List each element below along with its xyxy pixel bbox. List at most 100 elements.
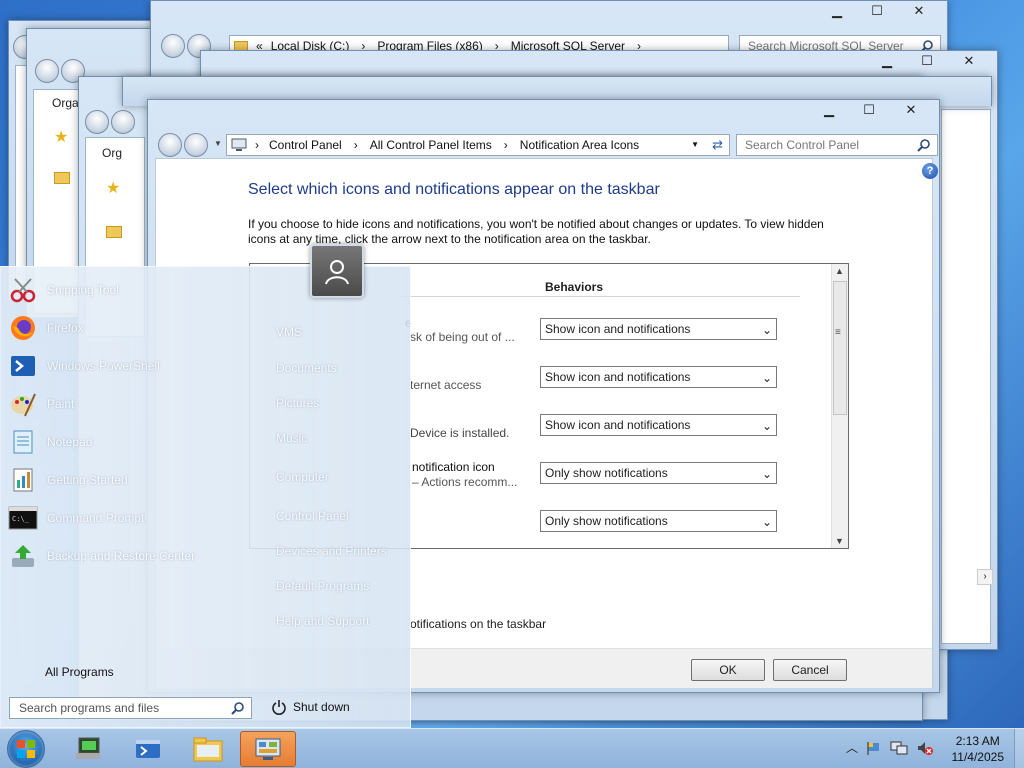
scroll-up-arrow[interactable]: ▲ — [835, 266, 844, 276]
chevron-down-icon: ⌄ — [761, 371, 772, 385]
behavior-value: Show icon and notifications — [545, 418, 691, 432]
recent-pages-dropdown[interactable]: ▼ — [214, 139, 222, 148]
icon-row-desc: – Actions recomm... — [412, 475, 518, 489]
behaviors-column-header[interactable]: Behaviors — [545, 280, 603, 294]
header-divider — [400, 296, 800, 297]
search-icon[interactable] — [917, 138, 931, 152]
start-link-control-panel[interactable]: Control Panel — [276, 509, 349, 523]
behavior-select[interactable]: Show icon and notifications ⌄ — [540, 318, 777, 340]
control-panel-icon — [255, 738, 281, 760]
icon-row-name: notification icon — [412, 460, 495, 474]
taskbar-server-manager[interactable] — [60, 731, 116, 767]
page-description: If you choose to hide icons and notifica… — [248, 217, 824, 246]
user-avatar[interactable] — [310, 244, 364, 298]
taskbar-clock[interactable]: 2:13 AM 11/4/2025 — [952, 733, 1005, 765]
program-powershell[interactable]: Windows PowerShell — [7, 349, 160, 383]
maximize-button[interactable]: ☐ — [907, 51, 947, 71]
close-button[interactable]: ✕ — [889, 100, 933, 120]
minimize-button[interactable]: ▁ — [809, 100, 849, 120]
start-link-computer[interactable]: Computer — [276, 470, 329, 484]
program-command-prompt[interactable]: C:\_ Command Prompt — [7, 501, 144, 535]
program-getting-started[interactable]: Getting Started — [7, 463, 128, 497]
powershell-taskbar-icon — [136, 740, 160, 758]
start-button[interactable] — [7, 730, 45, 768]
search-icon[interactable] — [231, 701, 245, 715]
organize-menu[interactable]: Orga — [52, 96, 79, 110]
start-search-input[interactable]: Search programs and files — [9, 697, 252, 719]
start-link-music[interactable]: Music — [276, 431, 307, 445]
taskbar-control-panel[interactable] — [240, 731, 296, 767]
back-button[interactable] — [35, 59, 59, 83]
program-notepad[interactable]: Notepad — [7, 425, 92, 459]
action-center-flag-icon[interactable] — [866, 740, 882, 756]
forward-button[interactable] — [184, 133, 208, 157]
firefox-icon — [7, 312, 39, 344]
minimize-button[interactable]: ▁ — [867, 51, 907, 71]
power-icon — [272, 700, 286, 715]
list-scrollbar[interactable]: ▲ ≡ ▼ — [831, 264, 848, 548]
cancel-button[interactable]: Cancel — [773, 659, 847, 681]
taskbar-powershell[interactable] — [120, 731, 176, 767]
address-bar[interactable]: › Control Panel › All Control Panel Item… — [226, 134, 730, 156]
program-backup-restore[interactable]: Backup and Restore Center — [7, 539, 195, 573]
icon-row-desc: Device is installed. — [410, 426, 510, 440]
program-label: Getting Started — [47, 473, 128, 487]
forward-button[interactable] — [111, 110, 135, 134]
program-paint[interactable]: Paint — [7, 387, 74, 421]
start-link-vms[interactable]: VMS — [276, 325, 302, 339]
network-icon[interactable] — [890, 740, 908, 756]
behavior-select[interactable]: Show icon and notifications ⌄ — [540, 366, 777, 388]
back-button[interactable] — [161, 34, 185, 58]
minimize-button[interactable]: ▁ — [817, 1, 857, 21]
start-link-pictures[interactable]: Pictures — [276, 396, 319, 410]
all-programs-link[interactable]: All Programs — [45, 665, 114, 679]
address-dropdown-icon[interactable]: ▼ — [691, 140, 699, 149]
always-show-checkbox-label[interactable]: otifications on the taskbar — [410, 617, 546, 631]
behavior-select[interactable]: Show icon and notifications ⌄ — [540, 414, 777, 436]
maximize-button[interactable]: ☐ — [849, 100, 889, 120]
ok-button[interactable]: OK — [691, 659, 765, 681]
svg-text:C:\_: C:\_ — [12, 515, 30, 523]
close-button[interactable]: ✕ — [897, 1, 941, 21]
help-icon[interactable]: ? — [922, 163, 938, 179]
chevron-down-icon: ⌄ — [761, 515, 772, 529]
program-label: Firefox — [47, 321, 84, 335]
powershell-icon — [7, 350, 39, 382]
breadcrumb-control-panel[interactable]: Control Panel — [269, 138, 342, 152]
paint-palette-icon — [7, 388, 39, 420]
start-link-help-support[interactable]: Help and Support — [276, 614, 369, 628]
scroll-down-arrow[interactable]: ▼ — [835, 536, 844, 546]
folder-icon — [54, 172, 70, 184]
program-firefox[interactable]: Firefox — [7, 311, 84, 345]
system-tray: ︿ — [846, 739, 934, 756]
program-label: Snipping Tool — [47, 283, 119, 297]
scroll-right-arrow[interactable]: › — [977, 569, 993, 585]
start-link-default-programs[interactable]: Default Programs — [276, 579, 369, 593]
behavior-select[interactable]: Only show notifications ⌄ — [540, 510, 777, 532]
scrollbar-thumb[interactable] — [833, 281, 847, 415]
back-button[interactable] — [85, 110, 109, 134]
show-hidden-icons-chevron-icon[interactable]: ︿ — [846, 739, 858, 756]
chevron-down-icon: ⌄ — [761, 419, 772, 433]
back-button[interactable] — [158, 133, 182, 157]
volume-muted-icon[interactable] — [916, 740, 934, 756]
command-prompt-icon: C:\_ — [7, 502, 39, 534]
close-button[interactable]: ✕ — [947, 51, 991, 71]
maximize-button[interactable]: ☐ — [857, 1, 897, 21]
start-link-devices-printers[interactable]: Devices and Printers — [276, 544, 387, 558]
windows-logo-icon — [17, 740, 35, 758]
scrollbar-grip: ≡ — [835, 327, 841, 338]
start-link-documents[interactable]: Documents — [276, 361, 337, 375]
behavior-select[interactable]: Only show notifications ⌄ — [540, 462, 777, 484]
start-menu[interactable]: Snipping Tool Firefox Windows PowerShell… — [0, 244, 411, 728]
breadcrumb-all-items[interactable]: All Control Panel Items — [370, 138, 492, 152]
shutdown-button[interactable]: Shut down — [271, 699, 350, 715]
refresh-icon[interactable]: ⇄ — [712, 137, 723, 153]
taskbar-explorer[interactable] — [180, 731, 236, 767]
folder-icon — [193, 737, 223, 762]
organize-menu[interactable]: Org — [102, 146, 122, 160]
breadcrumb-notification-area-icons[interactable]: Notification Area Icons — [520, 138, 639, 152]
show-desktop-button[interactable] — [1014, 729, 1024, 768]
search-input[interactable]: Search Control Panel — [736, 134, 938, 156]
program-snipping-tool[interactable]: Snipping Tool — [7, 273, 119, 307]
